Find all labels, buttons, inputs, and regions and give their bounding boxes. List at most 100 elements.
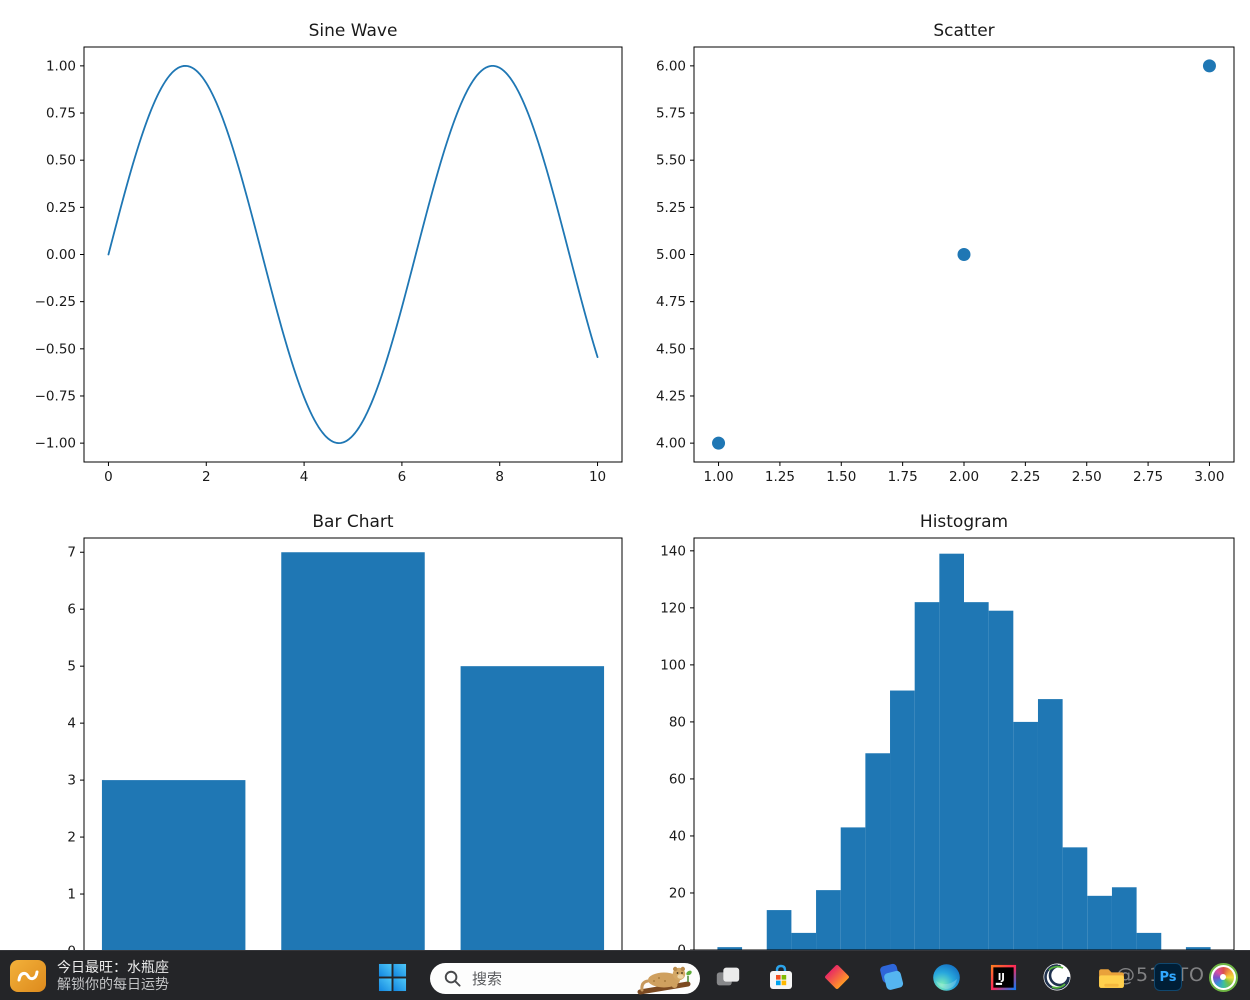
hist-bin <box>915 602 940 950</box>
news-swirl-icon <box>10 960 46 992</box>
diamond-app-button[interactable] <box>820 960 854 994</box>
y-tick-label: 120 <box>660 600 686 616</box>
x-tick-label: 2.50 <box>1072 469 1102 485</box>
y-tick-label: −0.50 <box>35 341 76 357</box>
hist-bin <box>841 827 866 950</box>
scatter-title: Scatter <box>933 21 994 41</box>
y-tick-label: 1.00 <box>46 58 76 74</box>
y-tick-label: 5.25 <box>656 200 686 216</box>
file-explorer-icon <box>1096 962 1127 993</box>
y-tick-label: 5.75 <box>656 106 686 122</box>
hist-bin <box>939 554 964 950</box>
color-wheel-app-button[interactable] <box>1206 960 1240 994</box>
y-tick-label: 4.00 <box>656 436 686 452</box>
bar <box>102 780 245 951</box>
ring-app-button[interactable] <box>1040 960 1074 994</box>
sine-line <box>108 66 597 443</box>
y-tick-label: 3 <box>67 773 76 789</box>
windows-logo-icon <box>378 963 407 992</box>
search-label: 搜索 <box>472 968 502 989</box>
hist-bin <box>1112 887 1137 950</box>
y-tick-label: 5 <box>67 659 76 675</box>
x-tick-label: 1.25 <box>765 469 795 485</box>
file-explorer-button[interactable] <box>1094 960 1128 994</box>
x-tick-label: 1.00 <box>704 469 734 485</box>
matplotlib-figure: 0 2 4 6 8 10 1.00 0.75 0.50 0.25 0.00 −0.25 −0.50 −0.… <box>0 0 1250 960</box>
ring-app-icon <box>1041 961 1073 993</box>
x-tick-label: 6 <box>398 469 407 485</box>
sine-title: Sine Wave <box>309 21 398 41</box>
y-tick-label: 0.75 <box>46 106 76 122</box>
x-tick-label: 0 <box>104 469 113 485</box>
x-tick-label: 1.50 <box>826 469 856 485</box>
y-tick-label: 100 <box>660 657 686 673</box>
start-button[interactable] <box>375 960 409 994</box>
hist-subplot: 020406080100120140Histogram <box>660 512 1234 959</box>
photoshop-button[interactable]: Ps <box>1151 960 1185 994</box>
intellij-idea-icon: IJ <box>989 963 1018 992</box>
hist-bin <box>964 602 989 950</box>
scatter-point <box>1203 59 1216 72</box>
blue-squares-app-button[interactable] <box>874 960 908 994</box>
y-tick-label: 0.25 <box>46 200 76 216</box>
x-tick-label: 2.75 <box>1133 469 1163 485</box>
scatter-point <box>958 248 971 261</box>
y-tick-label: 0.50 <box>46 153 76 169</box>
bar-subplot: 01234567Bar Chart <box>67 512 622 960</box>
hist-bin <box>890 691 915 950</box>
widgets-button[interactable]: 今日最旺：水瓶座 解锁你的每日运势 <box>2 956 177 996</box>
y-tick-label: 40 <box>669 828 686 844</box>
diamond-app-icon <box>821 961 853 993</box>
blue-squares-app-icon <box>875 961 907 993</box>
y-tick-label: 6.00 <box>656 58 686 74</box>
color-wheel-app-icon <box>1209 963 1238 992</box>
hist-bin <box>989 611 1014 950</box>
taskbar: @51CTO 今日最旺：水瓶座 解锁你的每日运势 <box>0 950 1250 1000</box>
y-tick-label: −0.25 <box>35 294 76 310</box>
hist-bin <box>816 890 841 950</box>
axes-frame <box>84 47 622 462</box>
desktop: 0 2 4 6 8 10 1.00 0.75 0.50 0.25 0.00 −0.25 −0.50 −0.… <box>0 0 1250 1000</box>
y-tick-label: 4.75 <box>656 294 686 310</box>
scatter-point <box>712 437 725 450</box>
y-tick-label: −1.00 <box>35 436 76 452</box>
sine-subplot: 0 2 4 6 8 10 1.00 0.75 0.50 0.25 0.00 −0.25 −0.50 −0.… <box>35 21 622 485</box>
y-tick-label: 2 <box>67 830 76 846</box>
y-tick-label: 4.50 <box>656 341 686 357</box>
hist-bin <box>767 910 792 950</box>
search-magnifier-icon <box>443 969 462 988</box>
y-tick-label: 7 <box>67 545 76 561</box>
hist-bin <box>1038 699 1063 950</box>
y-tick-label: 140 <box>660 543 686 559</box>
bar <box>461 666 604 951</box>
microsoft-store-button[interactable] <box>764 960 798 994</box>
x-tick-label: 4 <box>300 469 309 485</box>
hist-bin <box>1063 847 1088 950</box>
swirl-glyph <box>16 966 40 986</box>
x-tick-label: 10 <box>589 469 606 485</box>
x-tick-label: 8 <box>495 469 504 485</box>
edge-browser-button[interactable] <box>929 960 963 994</box>
hist-title: Histogram <box>920 512 1008 532</box>
y-tick-label: 4 <box>67 716 76 732</box>
widget-headline: 今日最旺：水瓶座 <box>57 959 169 976</box>
intellij-idea-button[interactable]: IJ <box>986 960 1020 994</box>
bar <box>281 552 424 951</box>
y-tick-label: 5.00 <box>656 247 686 263</box>
hist-bin <box>1137 933 1162 950</box>
scatter-subplot: 1.001.251.501.752.002.252.502.753.004.00… <box>656 21 1234 485</box>
y-tick-label: −0.75 <box>35 388 76 404</box>
hist-bin <box>865 753 890 950</box>
y-tick-label: 6 <box>67 602 76 618</box>
search-box[interactable]: 搜索 <box>430 963 700 994</box>
x-tick-label: 1.75 <box>888 469 918 485</box>
task-view-button[interactable] <box>711 960 745 994</box>
y-tick-label: 4.25 <box>656 388 686 404</box>
bar-title: Bar Chart <box>312 512 394 532</box>
x-tick-label: 2 <box>202 469 211 485</box>
y-tick-label: 0.00 <box>46 247 76 263</box>
hist-bin <box>791 933 816 950</box>
y-tick-label: 80 <box>669 714 686 730</box>
x-tick-label: 2.25 <box>1010 469 1040 485</box>
widget-subline: 解锁你的每日运势 <box>57 976 169 993</box>
